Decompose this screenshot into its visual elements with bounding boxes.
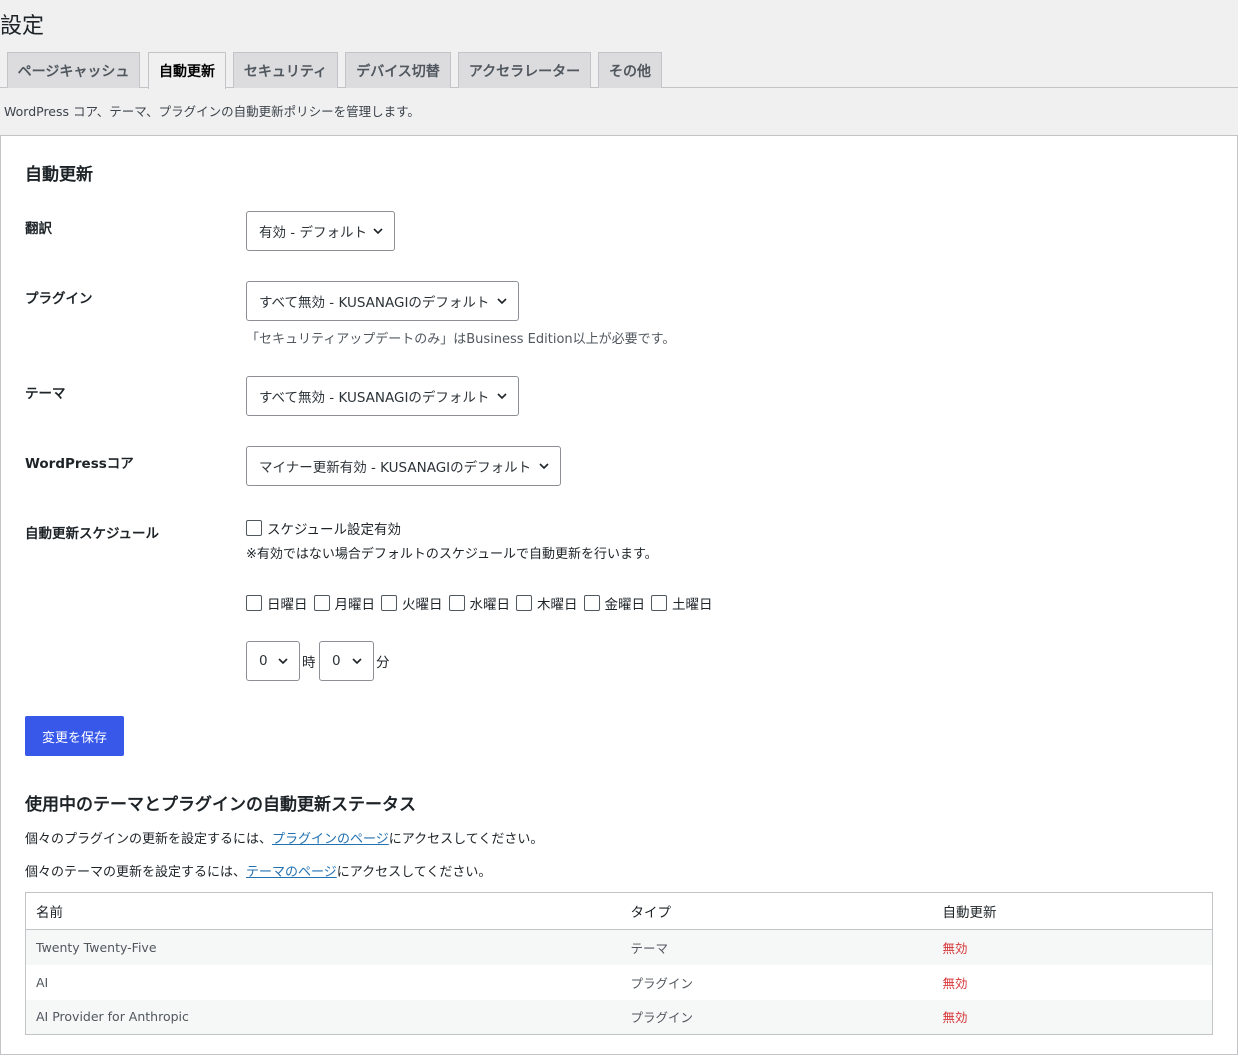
status-table: 名前 タイプ 自動更新 Twenty Twenty-Five テーマ 無効 AI…: [25, 892, 1213, 1035]
checkbox-thursday[interactable]: [516, 595, 532, 611]
label-monday: 月曜日: [334, 597, 376, 613]
plugins-note: 「セキュリティアップデートのみ」はBusiness Edition以上が必要です…: [246, 332, 676, 347]
settings-panel: 自動更新 翻訳 有効 - デフォルト プラグイン すべて無効 - KUSANAG…: [0, 135, 1238, 1055]
row-auto-update: 無効: [932, 999, 1213, 1035]
label-friday: 金曜日: [604, 597, 646, 613]
minute-unit: 分: [376, 655, 390, 671]
plugin-text-after: にアクセスしてください。: [388, 832, 544, 847]
tab-page-cache[interactable]: ページキャッシュ: [7, 52, 140, 88]
checkbox-sunday[interactable]: [246, 595, 262, 611]
label-wednesday: 水曜日: [469, 597, 511, 613]
chevron-down-icon: [278, 658, 288, 665]
schedule-label: 自動更新スケジュール: [25, 526, 160, 542]
theme-text-after: にアクセスしてください。: [336, 865, 492, 880]
row-name: Twenty Twenty-Five: [25, 929, 621, 965]
row-type: テーマ: [620, 929, 933, 965]
checkbox-tuesday[interactable]: [381, 595, 397, 611]
minute-select[interactable]: 0: [319, 641, 374, 681]
column-name: 名前: [25, 892, 621, 930]
translation-select-value: 有効 - デフォルト: [259, 225, 367, 241]
table-row: AI Provider for Anthropic プラグイン 無効: [25, 999, 1213, 1035]
label-sunday: 日曜日: [267, 597, 308, 613]
checkbox-saturday[interactable]: [651, 595, 667, 611]
core-select-value: マイナー更新有効 - KUSANAGIのデフォルト: [259, 460, 532, 476]
themes-label: テーマ: [25, 386, 66, 402]
table-row: AI プラグイン 無効: [26, 965, 1213, 1000]
weekday-checkboxes: 日曜日 月曜日 火曜日 水曜日 木曜日 金曜日 土曜日: [246, 593, 719, 613]
plugin-text-before: 個々のプラグインの更新を設定するには、: [25, 832, 273, 847]
themes-select[interactable]: すべて無効 - KUSANAGIのデフォルト: [246, 376, 519, 416]
theme-text-before: 個々のテーマの更新を設定するには、: [25, 865, 247, 880]
plugins-select[interactable]: すべて無効 - KUSANAGIのデフォルト: [246, 281, 519, 321]
page-title: 設定: [0, 14, 45, 39]
checkbox-wednesday[interactable]: [448, 595, 465, 611]
table-row: Twenty Twenty-Five テーマ 無効: [25, 929, 1213, 965]
core-label: WordPressコア: [25, 456, 134, 472]
plugin-page-link[interactable]: プラグインのページ: [272, 832, 389, 847]
plugins-select-value: すべて無効 - KUSANAGIのデフォルト: [259, 295, 490, 311]
tab-bar: ページキャッシュ 自動更新 セキュリティ デバイス切替 アクセラレーター その他: [0, 52, 1238, 89]
row-type: プラグイン: [620, 999, 933, 1035]
core-select[interactable]: マイナー更新有効 - KUSANAGIのデフォルト: [246, 446, 561, 486]
checkbox-monday[interactable]: [313, 595, 330, 611]
row-name: AI Provider for Anthropic: [25, 999, 621, 1035]
section-title-status: 使用中のテーマとプラグインの自動更新ステータス: [25, 795, 416, 815]
schedule-enable-row: スケジュール設定有効: [246, 518, 407, 538]
theme-page-link[interactable]: テーマのページ: [246, 865, 337, 880]
chevron-down-icon: [373, 228, 383, 235]
plugins-label: プラグイン: [25, 291, 93, 307]
chevron-down-icon: [497, 298, 507, 305]
section-title-auto-update: 自動更新: [25, 165, 93, 185]
column-type: タイプ: [620, 892, 933, 930]
theme-page-text: 個々のテーマの更新を設定するには、テーマのページにアクセスしてください。: [25, 861, 491, 880]
hour-select-value: 0: [259, 653, 268, 669]
column-auto-update: 自動更新: [932, 892, 1213, 930]
row-auto-update: 無効: [942, 975, 968, 991]
themes-select-value: すべて無効 - KUSANAGIのデフォルト: [259, 390, 490, 406]
tab-device-switch[interactable]: デバイス切替: [345, 52, 451, 88]
row-type: プラグイン: [630, 975, 694, 991]
tab-other[interactable]: その他: [598, 52, 662, 88]
hour-select[interactable]: 0: [246, 641, 300, 681]
schedule-note: ※有効ではない場合デフォルトのスケジュールで自動更新を行います。: [246, 547, 658, 562]
save-button[interactable]: 変更を保存: [25, 716, 124, 756]
chevron-down-icon: [352, 658, 362, 665]
label-tuesday: 火曜日: [402, 597, 443, 613]
schedule-enable-label: スケジュール設定有効: [267, 522, 402, 538]
translation-select[interactable]: 有効 - デフォルト: [246, 211, 395, 251]
plugin-page-text: 個々のプラグインの更新を設定するには、プラグインのページにアクセスしてください。: [25, 828, 543, 847]
chevron-down-icon: [497, 393, 507, 400]
tab-description: WordPress コア、テーマ、プラグインの自動更新ポリシーを管理します。: [4, 104, 420, 119]
checkbox-friday[interactable]: [583, 595, 600, 611]
table-header-row: 名前 タイプ 自動更新: [25, 892, 1213, 930]
tab-auto-update[interactable]: 自動更新: [148, 52, 226, 89]
tab-security[interactable]: セキュリティ: [233, 52, 338, 88]
minute-select-value: 0: [332, 653, 341, 669]
chevron-down-icon: [539, 463, 549, 470]
translation-label: 翻訳: [25, 221, 52, 237]
tab-accelerator[interactable]: アクセラレーター: [458, 52, 591, 88]
hour-unit: 時: [302, 655, 316, 671]
label-saturday: 土曜日: [672, 597, 713, 613]
label-thursday: 木曜日: [537, 597, 578, 613]
schedule-enable-checkbox[interactable]: [246, 520, 262, 536]
row-name: AI: [36, 974, 49, 990]
row-auto-update: 無効: [932, 929, 1213, 965]
